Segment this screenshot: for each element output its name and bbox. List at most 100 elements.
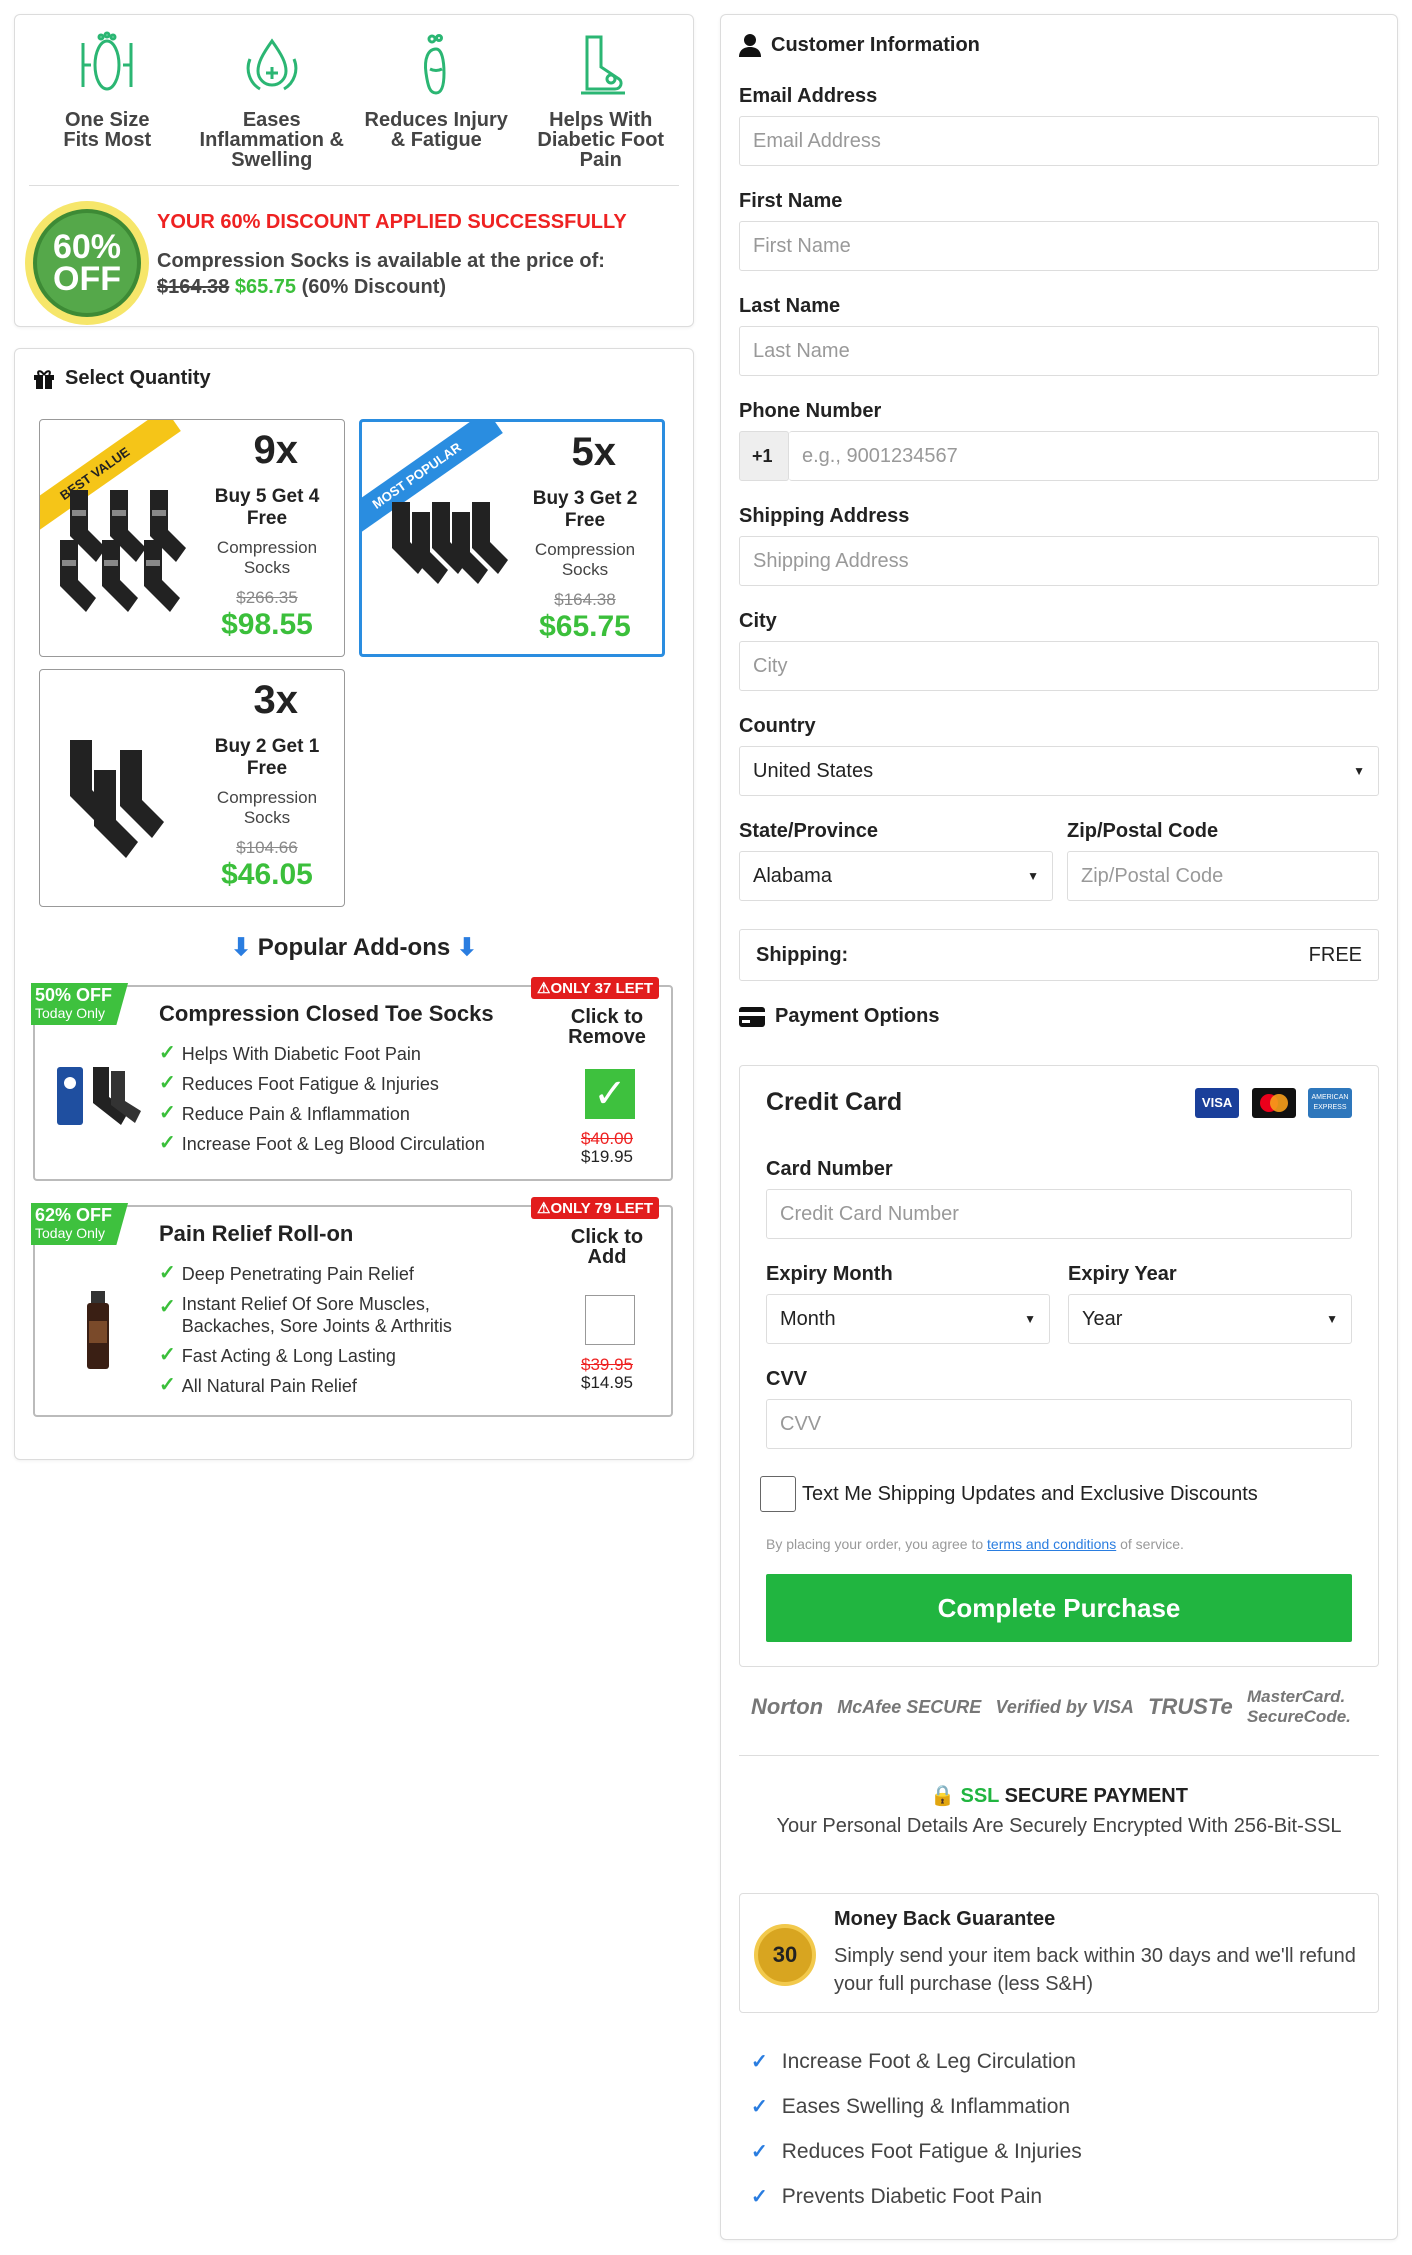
first-name-field[interactable]: First Name [739,221,1379,271]
complete-purchase-button[interactable]: Complete Purchase [766,1574,1352,1642]
feature-item: Eases Inflammation & Swelling [192,29,352,170]
check-icon: ✓ [751,2096,768,2118]
addon-cta-label: Click to Remove [568,1006,646,1048]
norton-badge: Norton [751,1694,824,1719]
addon-checkbox[interactable] [585,1295,635,1345]
addon-discount-tag: 62% OFF Today Only [31,1203,129,1245]
benefit-item: ✓ Increase Foot & Leg Circulation [751,2049,1076,2074]
benefit-item: ✓ Prevents Diabetic Foot Pain [751,2184,1043,2209]
quantity-count: 5x [571,430,617,474]
city-field[interactable]: City [739,641,1379,691]
select-quantity-heading: Select Quantity [33,367,211,390]
arrow-down-icon: ⬇ [456,934,477,961]
zip-field[interactable]: Zip/Postal Code [1067,851,1379,901]
stock-badge: ⚠ONLY 79 LEFT [531,1197,659,1219]
visa-icon: VISA [1195,1088,1240,1118]
discount-line: Compression Socks is available at the pr… [157,250,605,272]
cvv-label: CVV [766,1368,808,1390]
quantity-product: Compression Socks [534,540,636,579]
feature-item: One Size Fits Most [27,29,187,170]
check-icon: ✓ [159,1296,176,1318]
water-drop-icon [246,38,298,91]
check-icon: ✓ [159,1102,176,1124]
credit-card-title: Credit Card [766,1088,903,1116]
list-item: ✓ Reduce Pain & Inflammation [159,1099,485,1129]
truste-badge: TRUSTe [1148,1694,1233,1719]
quantity-option-5x[interactable]: MOST POPULAR 5x Buy 3 Get 2 Free Compres… [359,419,665,657]
stock-badge: ⚠ONLY 37 LEFT [531,977,659,999]
phone-field[interactable]: e.g., 9001234567 [789,431,1379,481]
discount-note: (60% Discount) [301,276,447,298]
check-icon: ✓ [751,2051,768,2073]
list-item: ✓ Deep Penetrating Pain Relief [159,1259,482,1289]
state-select[interactable]: Alabama ▼ [739,851,1053,901]
quantity-option-3x[interactable]: 3x Buy 2 Get 1 Free Compression Socks $1… [39,669,345,907]
amex-icon: AMERICAN EXPRESS [1308,1088,1352,1118]
quantity-offer: Buy 3 Get 2 Free [532,488,638,531]
email-field[interactable]: Email Address [739,116,1379,166]
check-icon: ✓ [159,1344,176,1366]
addon-checkbox[interactable]: ✓ [585,1069,635,1119]
ssl-heading: 🔒 SSL SECURE PAYMENT [930,1785,1188,1807]
socks-image [70,740,164,858]
user-icon [739,34,761,57]
checkout-page: One Size Fits Most Eases Inflammation & … [0,0,1412,2255]
caret-down-icon: ▼ [1326,1312,1338,1326]
quantity-offer: Buy 5 Get 4 Free [214,486,320,529]
badge-off: OFF [53,260,121,298]
list-item: ✓ Reduces Foot Fatigue & Injuries [159,1069,485,1099]
terms-link[interactable]: terms and conditions [987,1536,1116,1552]
ssl-text: Your Personal Details Are Securely Encry… [776,1815,1342,1837]
last-name-field[interactable]: Last Name [739,326,1379,376]
card-number-label: Card Number [766,1158,893,1180]
addon-old-price: $39.95 [581,1355,633,1374]
cvv-field[interactable]: CVV [766,1399,1352,1449]
socks-image [392,502,508,584]
check-icon: ✓ [751,2186,768,2208]
list-item: ✓ Fast Acting & Long Lasting [159,1341,482,1371]
feature-icons-row: One Size Fits Most Eases Inflammation & … [15,15,693,170]
phone-country-code[interactable]: +1 [739,431,789,481]
quantity-old-price: $266.35 [236,588,298,607]
country-select[interactable]: United States ▼ [739,746,1379,796]
addon-cta-label: Click to Add [570,1226,644,1268]
features-panel: One Size Fits Most Eases Inflammation & … [14,14,694,327]
discount-info: YOUR 60% DISCOUNT APPLIED SUCCESSFULLY C… [157,211,627,300]
quantity-count: 9x [253,428,299,472]
feature-item: Helps With Diabetic Foot Pain [521,29,681,170]
phone-label: Phone Number [739,400,882,422]
expiry-year-select[interactable]: Year ▼ [1068,1294,1352,1344]
quantity-option-9x[interactable]: BEST VALUE 9x Buy 5 Get 4 Free Compressi… [39,419,345,657]
expiry-month-select[interactable]: Month ▼ [766,1294,1050,1344]
email-label: Email Address [739,85,878,107]
badge-percent: 60% [52,228,122,266]
foot-pain-icon [580,35,625,95]
shipping-row: Shipping: FREE [739,929,1379,981]
list-item: ✓ Increase Foot & Leg Blood Circulation [159,1129,485,1159]
caret-down-icon: ▼ [1027,869,1039,883]
expiry-month-label: Expiry Month [766,1263,893,1285]
credit-card-icon [739,1006,765,1027]
addon-pain-relief: 62% OFF Today Only ⚠ONLY 79 LEFT Pain Re… [31,1197,673,1417]
footprint-icon [424,34,446,95]
sms-opt-in-checkbox[interactable] [760,1476,796,1512]
addons-heading: ⬇ Popular Add-ons ⬇ [231,934,477,961]
state-label: State/Province [739,820,878,842]
lock-icon: 🔒 [930,1785,955,1807]
first-name-label: First Name [739,190,843,212]
feature-item: Reduces Injury & Fatigue [356,29,516,170]
arrow-down-icon: ⬇ [231,934,252,961]
addon-old-price: $40.00 [581,1129,633,1148]
shipping-address-field[interactable]: Shipping Address [739,536,1379,586]
zip-label: Zip/Postal Code [1067,820,1219,842]
card-number-field[interactable]: Credit Card Number [766,1189,1352,1239]
addon-new-price: $14.95 [581,1373,633,1392]
credit-card-box: Credit Card VISA AMERICAN EXPRESS Card Nu… [739,1065,1379,1667]
quantity-new-price: $98.55 [221,608,313,641]
check-icon: ✓ [159,1042,176,1064]
caret-down-icon: ▼ [1024,1312,1036,1326]
money-back-guarantee: 30 Money Back Guarantee Simply send your… [739,1893,1379,2013]
quantity-new-price: $65.75 [539,610,631,643]
last-name-label: Last Name [739,295,841,317]
benefit-item: ✓ Eases Swelling & Inflammation [751,2094,1071,2119]
